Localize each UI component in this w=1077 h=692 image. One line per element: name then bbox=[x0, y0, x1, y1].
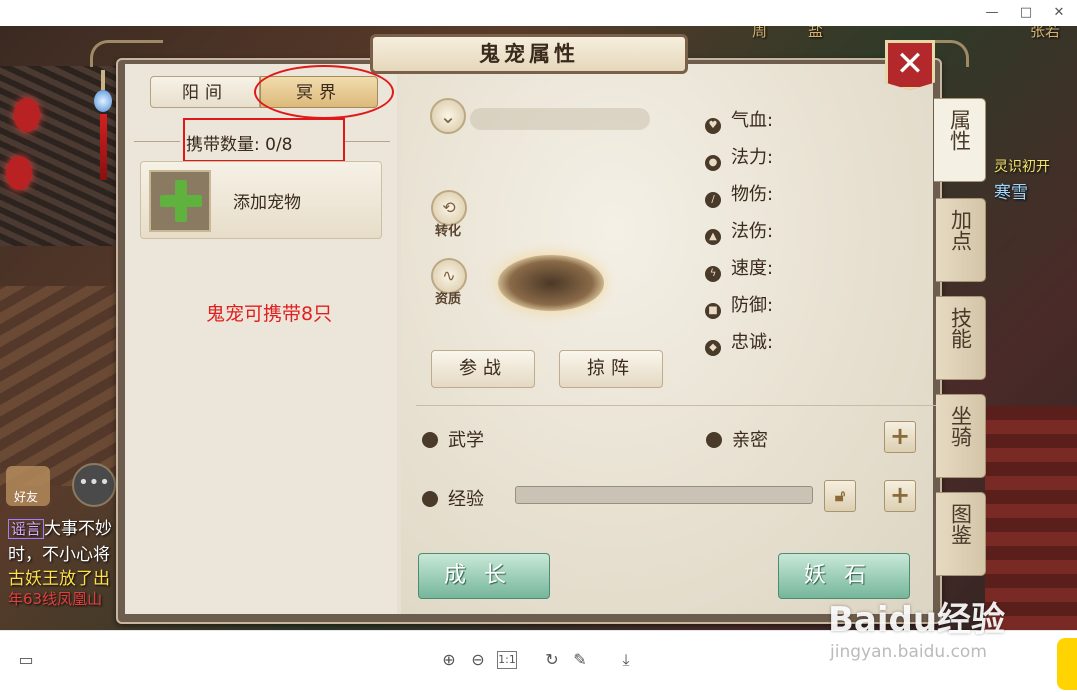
minimize-button[interactable]: — bbox=[980, 3, 1004, 23]
convert-label: 转化 bbox=[435, 224, 462, 239]
drop-icon: ● bbox=[705, 155, 721, 171]
intimacy-row: 亲密 bbox=[706, 426, 768, 452]
lantern-icon bbox=[14, 98, 40, 132]
divider bbox=[344, 141, 390, 142]
tassel-decoration bbox=[100, 114, 107, 180]
highlight-ellipse bbox=[254, 65, 394, 119]
lantern-icon bbox=[6, 156, 32, 190]
scene-text: 寒雪 bbox=[994, 183, 1028, 203]
maximize-button[interactable]: □ bbox=[1014, 3, 1038, 23]
chevron-down-icon[interactable]: ⌄ bbox=[430, 98, 466, 134]
floor-decoration bbox=[0, 286, 120, 486]
experience-row: 经验 bbox=[422, 485, 484, 511]
add-experience-button[interactable]: + bbox=[884, 480, 916, 512]
stat-defense: ■ 防御: bbox=[705, 291, 773, 319]
pet-display-portal bbox=[498, 255, 604, 311]
chat-line: 时，不小心将 bbox=[8, 545, 110, 565]
zoom-in-button[interactable]: ⊕ bbox=[438, 649, 460, 671]
unlock-icon[interactable]: 🔓︎ bbox=[824, 480, 856, 512]
chat-line: 年63线凤凰山 bbox=[8, 590, 103, 608]
friend-label: 好友 bbox=[14, 490, 39, 504]
bowl-icon bbox=[422, 491, 438, 507]
tab-collection[interactable]: 图鉴 bbox=[936, 492, 986, 576]
chat-line: 古妖王放了出 bbox=[8, 569, 110, 589]
stat-mp: ● 法力: bbox=[705, 143, 773, 171]
aptitude-label: 资质 bbox=[435, 292, 462, 307]
stat-physical-attack: / 物伤: bbox=[705, 180, 773, 208]
stat-loyalty: ◆ 忠诚: bbox=[705, 328, 773, 356]
sword-icon: / bbox=[705, 192, 721, 208]
tab-points[interactable]: 加点 bbox=[936, 198, 986, 282]
divider bbox=[134, 141, 180, 142]
divider bbox=[416, 405, 938, 406]
baidu-watermark-url: jingyan.baidu.com bbox=[830, 642, 987, 662]
stat-hp: ♥ 气血: bbox=[705, 106, 773, 134]
corner-ornament bbox=[90, 40, 163, 67]
yinyang-icon bbox=[422, 432, 438, 448]
jade-pendant-icon bbox=[94, 90, 112, 112]
thumbnail-icon[interactable]: ▭ bbox=[15, 649, 37, 671]
side-widget[interactable] bbox=[1057, 638, 1077, 690]
chat-text: 大事不妙 bbox=[44, 519, 113, 539]
scene-text: 盐 bbox=[808, 26, 824, 40]
add-pet-card[interactable]: 添加宠物 bbox=[140, 161, 382, 239]
tab-mount[interactable]: 坐骑 bbox=[936, 394, 986, 478]
baidu-watermark: Baidu经验 bbox=[828, 600, 1006, 640]
flame-icon: ▲ bbox=[705, 229, 721, 245]
heart-icon: ♥ bbox=[705, 118, 721, 134]
scene-text: 周 bbox=[752, 26, 768, 40]
lightning-icon: ϟ bbox=[705, 266, 721, 282]
chat-tag: 谣言 bbox=[8, 519, 45, 539]
chat-line: 谣言 大事不妙 bbox=[8, 514, 112, 539]
grow-button[interactable]: 成长 bbox=[418, 553, 550, 599]
stat-magic-attack: ▲ 法伤: bbox=[705, 217, 773, 245]
add-pet-label: 添加宠物 bbox=[233, 193, 301, 213]
hand-icon: ◆ bbox=[705, 340, 721, 356]
zoom-out-button[interactable]: ⊖ bbox=[467, 649, 489, 671]
tab-attributes[interactable]: 属性 bbox=[934, 98, 986, 182]
scene-text: 张若 bbox=[1030, 26, 1061, 40]
scene-text: 灵识初开 bbox=[994, 159, 1050, 175]
stat-speed: ϟ 速度: bbox=[705, 254, 773, 282]
edit-button[interactable]: ✎ bbox=[569, 649, 591, 671]
martial-row: 武学 bbox=[422, 426, 484, 452]
pet-name-bar bbox=[470, 108, 650, 130]
rotate-button[interactable]: ↻ bbox=[541, 649, 563, 671]
pet-detail-column bbox=[401, 64, 933, 614]
formation-button[interactable]: 掠阵 bbox=[559, 350, 663, 388]
plus-icon[interactable] bbox=[149, 170, 211, 232]
annotation-note: 鬼宠可携带8只 bbox=[206, 303, 333, 325]
pendant-string bbox=[101, 70, 105, 90]
heart-hand-icon bbox=[706, 432, 722, 448]
tab-skills[interactable]: 技能 bbox=[936, 296, 986, 380]
highlight-box bbox=[183, 118, 345, 162]
close-window-button[interactable]: ✕ bbox=[1047, 3, 1071, 23]
experience-bar bbox=[515, 486, 813, 504]
actual-size-button[interactable]: 1:1 bbox=[497, 651, 517, 669]
viewer-titlebar: — □ ✕ bbox=[0, 0, 1077, 27]
join-battle-button[interactable]: 参战 bbox=[431, 350, 535, 388]
chat-bubble-icon[interactable]: ••• bbox=[72, 463, 116, 507]
download-button[interactable]: ⤓ bbox=[615, 649, 637, 671]
shield-icon: ■ bbox=[705, 303, 721, 319]
close-panel-button[interactable]: ✕ bbox=[885, 40, 935, 90]
tab-yangjian[interactable]: 阳间 bbox=[150, 76, 260, 108]
panel-title: 鬼宠属性 bbox=[370, 34, 688, 74]
add-intimacy-button[interactable]: + bbox=[884, 421, 916, 453]
